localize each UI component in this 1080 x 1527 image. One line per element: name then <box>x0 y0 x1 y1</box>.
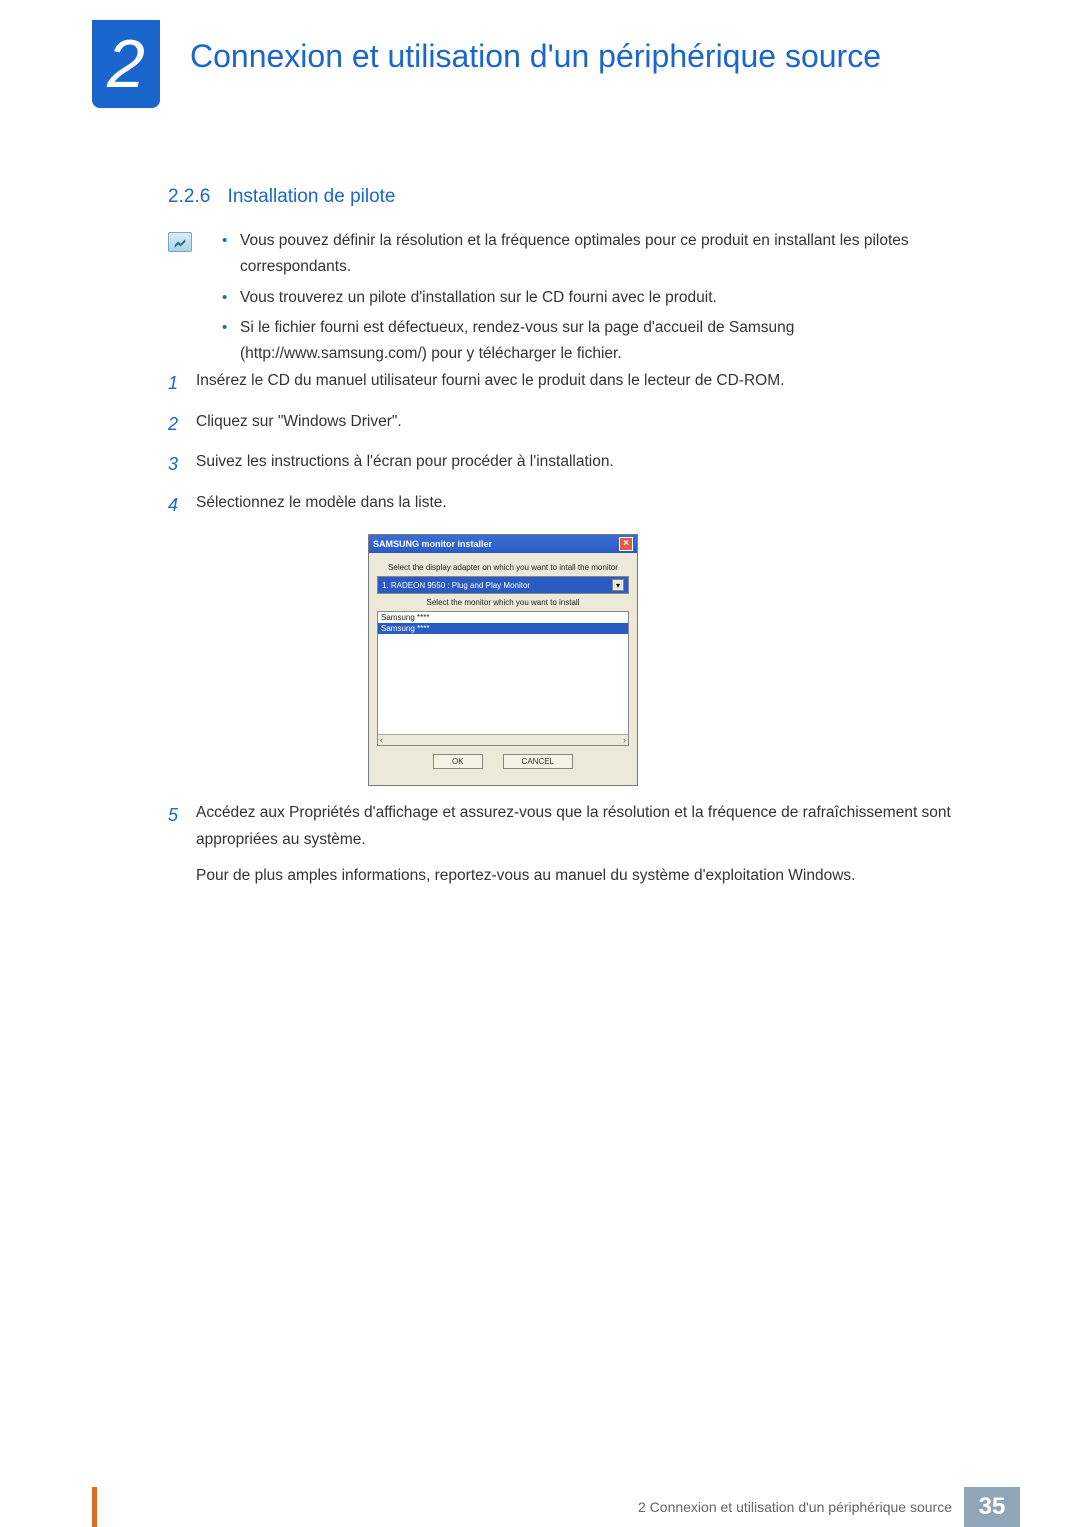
steps-list: 1 Insérez le CD du manuel utilisateur fo… <box>168 368 968 889</box>
step-additional-text: Pour de plus amples informations, report… <box>196 863 968 889</box>
horizontal-scrollbar[interactable]: ‹› <box>378 734 628 745</box>
chevron-down-icon[interactable]: ▾ <box>612 579 624 591</box>
page-number: 35 <box>964 1487 1020 1527</box>
adapter-select[interactable]: 1. RADEON 9550 : Plug and Play Monitor ▾ <box>377 576 629 594</box>
section-heading: 2.2.6 Installation de pilote <box>168 186 396 208</box>
step-number: 5 <box>168 800 196 853</box>
installer-titlebar: SAMSUNG monitor installer × <box>369 535 637 553</box>
section-number: 2.2.6 <box>168 186 210 207</box>
ok-button[interactable]: OK <box>433 754 483 769</box>
step-number: 4 <box>168 490 196 521</box>
step-item: 1 Insérez le CD du manuel utilisateur fo… <box>168 368 968 399</box>
cancel-button[interactable]: CANCEL <box>503 754 573 769</box>
list-item-selected[interactable]: Samsung **** <box>378 623 628 634</box>
step-item: 4 Sélectionnez le modèle dans la liste. <box>168 490 968 521</box>
note-icon <box>168 232 192 252</box>
step-item: 3 Suivez les instructions à l'écran pour… <box>168 449 968 480</box>
monitor-list[interactable]: Samsung **** Samsung **** ‹› <box>377 611 629 746</box>
section-title: Installation de pilote <box>228 186 396 207</box>
note-item: Vous trouverez un pilote d'installation … <box>222 285 968 311</box>
chapter-number-badge: 2 <box>92 20 160 108</box>
step-item: 2 Cliquez sur "Windows Driver". <box>168 409 968 440</box>
close-icon[interactable]: × <box>619 537 633 551</box>
chapter-title: Connexion et utilisation d'un périphériq… <box>190 36 881 76</box>
installer-label-monitor: Select the monitor which you want to ins… <box>377 598 629 607</box>
step-text: Cliquez sur "Windows Driver". <box>196 409 968 440</box>
step-number: 2 <box>168 409 196 440</box>
step-text: Accédez aux Propriétés d'affichage et as… <box>196 800 968 853</box>
installer-title: SAMSUNG monitor installer <box>373 539 492 549</box>
footer-accent-bar <box>92 1487 97 1527</box>
installer-dialog: SAMSUNG monitor installer × Select the d… <box>368 534 638 786</box>
footer-chapter-ref: 2 Connexion et utilisation d'un périphér… <box>638 1499 952 1515</box>
step-number: 1 <box>168 368 196 399</box>
note-item: Vous pouvez définir la résolution et la … <box>222 228 968 281</box>
page-footer: 2 Connexion et utilisation d'un périphér… <box>0 1487 1080 1527</box>
note-block: Vous pouvez définir la résolution et la … <box>168 228 968 372</box>
step-item: 5 Accédez aux Propriétés d'affichage et … <box>168 800 968 853</box>
adapter-select-value: 1. RADEON 9550 : Plug and Play Monitor <box>382 581 530 590</box>
list-item[interactable]: Samsung **** <box>378 612 628 623</box>
step-text: Sélectionnez le modèle dans la liste. <box>196 490 968 521</box>
installer-label-adapter: Select the display adapter on which you … <box>377 563 629 572</box>
note-item: Si le fichier fourni est défectueux, ren… <box>222 315 968 368</box>
step-text: Suivez les instructions à l'écran pour p… <box>196 449 968 480</box>
step-number: 3 <box>168 449 196 480</box>
step-text: Insérez le CD du manuel utilisateur four… <box>196 368 968 399</box>
